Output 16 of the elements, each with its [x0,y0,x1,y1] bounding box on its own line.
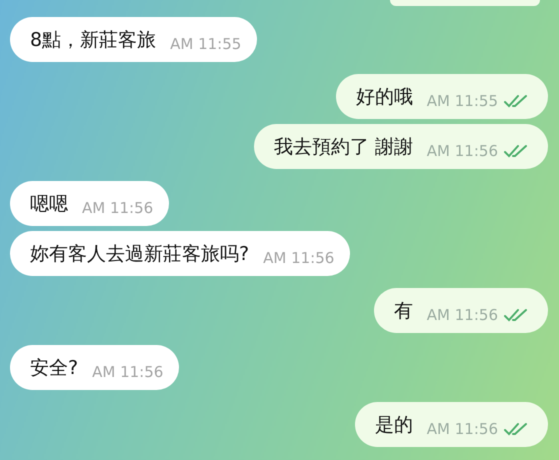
message-time: AM 11:56 [426,306,498,324]
message-time: AM 11:56 [426,420,498,438]
message-text: 8點，新莊客旅 [30,28,156,52]
message-text: 妳有客人去過新莊客旅吗? [30,242,250,266]
message-time: AM 11:56 [263,248,334,266]
message-time: AM 11:56 [92,362,164,380]
message-text: 有 [394,298,413,324]
message-time: AM 11:56 [82,198,154,216]
message-time: AM 11:55 [426,92,498,110]
message-text: 安全? [30,356,78,380]
message-text: 是的 [374,412,413,438]
message-text: 我去預約了 謝謝 [274,134,413,160]
message-text: 嗯嗯 [30,192,68,216]
message-text: 好的哦 [356,84,413,110]
message-time: AM 11:55 [170,34,242,52]
message-time: AM 11:56 [426,142,498,160]
